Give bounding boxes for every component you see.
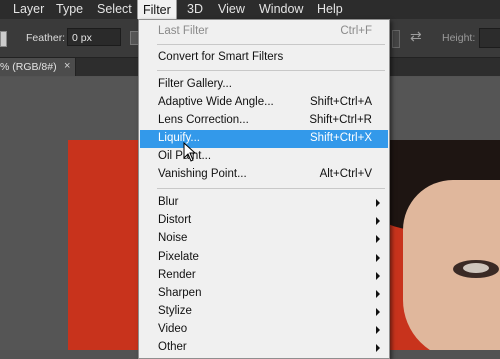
menu-separator	[157, 44, 385, 45]
menu-item-blur[interactable]: Blur	[140, 194, 388, 212]
submenu-arrow-icon	[376, 254, 380, 262]
document-tab-title: % (RGB/8#)	[0, 61, 57, 73]
close-icon[interactable]: ×	[64, 60, 70, 72]
menu-item-label: Stylize	[158, 305, 192, 317]
menu-3d[interactable]: 3D	[182, 0, 208, 19]
submenu-arrow-icon	[376, 272, 380, 280]
menu-bar: Layer Type Select Filter 3D View Window …	[0, 0, 500, 20]
menu-layer[interactable]: Layer	[8, 0, 49, 19]
mouse-cursor-icon	[183, 142, 197, 162]
height-label: Height:	[442, 32, 476, 44]
submenu-arrow-icon	[376, 235, 380, 243]
menu-separator	[157, 70, 385, 71]
menu-item-label: Lens Correction...	[158, 114, 249, 126]
menu-separator	[157, 188, 385, 189]
menu-item-label: Other	[158, 341, 187, 353]
submenu-arrow-icon	[376, 217, 380, 225]
menu-item-label: Noise	[158, 232, 188, 244]
menu-item-label: Convert for Smart Filters	[158, 51, 284, 63]
menu-item-convert-smart-filters[interactable]: Convert for Smart Filters	[140, 49, 388, 67]
submenu-arrow-icon	[376, 308, 380, 316]
swap-icon[interactable]: ⇄	[410, 28, 422, 45]
submenu-arrow-icon	[376, 344, 380, 352]
menu-item-label: Vanishing Point...	[158, 168, 247, 180]
menu-item-label: Render	[158, 269, 196, 281]
photo-eye-white	[463, 263, 489, 273]
menu-item-label: Video	[158, 323, 188, 335]
menu-item-adaptive-wide-angle[interactable]: Adaptive Wide Angle... Shift+Ctrl+A	[140, 94, 388, 112]
menu-item-shortcut: Shift+Ctrl+A	[310, 96, 372, 108]
menu-item-shortcut: Shift+Ctrl+X	[310, 132, 372, 144]
menu-item-filter-gallery[interactable]: Filter Gallery...	[140, 76, 388, 94]
submenu-arrow-icon	[376, 326, 380, 334]
feather-label: Feather:	[26, 32, 66, 44]
menu-item-other[interactable]: Other	[140, 339, 388, 357]
menu-item-label: Last Filter	[158, 25, 209, 37]
menu-item-pixelate[interactable]: Pixelate	[140, 249, 388, 267]
menu-item-vanishing-point[interactable]: Vanishing Point... Alt+Ctrl+V	[140, 166, 388, 184]
submenu-arrow-icon	[376, 199, 380, 207]
menu-item-sharpen[interactable]: Sharpen	[140, 285, 388, 303]
document-tab[interactable]: % (RGB/8#) ×	[0, 58, 76, 76]
menu-item-distort[interactable]: Distort	[140, 212, 388, 230]
selection-mode-button[interactable]	[0, 31, 7, 47]
menu-item-oil-paint[interactable]: Oil Paint...	[140, 148, 388, 166]
menu-item-noise[interactable]: Noise	[140, 230, 388, 248]
menu-item-label: Blur	[158, 196, 179, 208]
menu-help[interactable]: Help	[312, 0, 348, 19]
menu-item-label: Adaptive Wide Angle...	[158, 96, 274, 108]
menu-item-render[interactable]: Render	[140, 267, 388, 285]
menu-view[interactable]: View	[213, 0, 250, 19]
menu-select[interactable]: Select	[92, 0, 137, 19]
menu-item-label: Sharpen	[158, 287, 202, 299]
menu-item-shortcut: Shift+Ctrl+R	[309, 114, 372, 126]
menu-item-last-filter[interactable]: Last Filter Ctrl+F	[140, 23, 388, 41]
height-input[interactable]	[479, 28, 500, 48]
menu-item-liquify[interactable]: Liquify... Shift+Ctrl+X	[140, 130, 388, 148]
menu-window[interactable]: Window	[254, 0, 308, 19]
menu-item-label: Filter Gallery...	[158, 78, 232, 90]
menu-item-video[interactable]: Video	[140, 321, 388, 339]
filter-dropdown-menu: Last Filter Ctrl+F Convert for Smart Fil…	[138, 19, 390, 359]
submenu-arrow-icon	[376, 290, 380, 298]
menu-item-lens-correction[interactable]: Lens Correction... Shift+Ctrl+R	[140, 112, 388, 130]
menu-item-label: Pixelate	[158, 251, 199, 263]
menu-item-stylize[interactable]: Stylize	[140, 303, 388, 321]
menu-item-shortcut: Alt+Ctrl+V	[319, 168, 372, 180]
menu-item-shortcut: Ctrl+F	[340, 25, 372, 37]
menu-item-label: Distort	[158, 214, 192, 226]
width-input[interactable]	[392, 30, 400, 48]
feather-input[interactable]: 0 px	[67, 28, 121, 46]
menu-type[interactable]: Type	[51, 0, 88, 19]
menu-filter[interactable]: Filter	[137, 0, 177, 20]
